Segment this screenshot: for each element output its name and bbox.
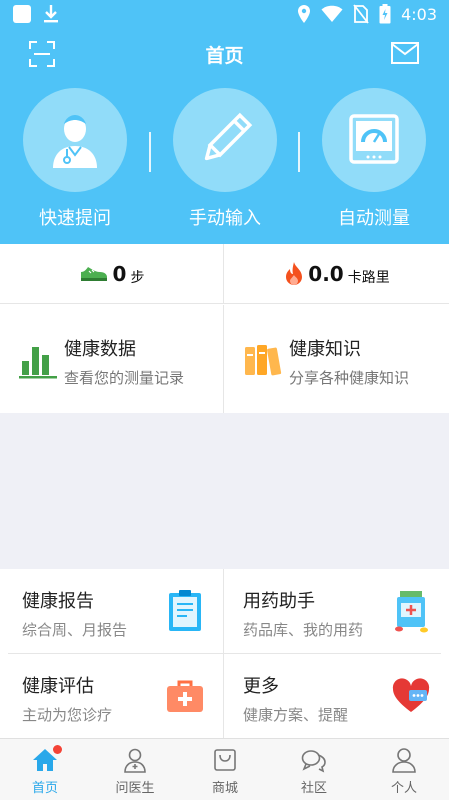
notification-dot [53,745,62,754]
manual-input-button[interactable]: 手动输入 [150,88,300,238]
battery-icon [379,4,391,24]
steps-value: 0 [112,262,127,286]
location-icon [298,5,311,23]
pencil-icon [204,112,253,161]
health-report-subtitle: 综合周、月报告 [22,621,128,639]
home-icon [32,745,62,773]
medication-assistant-card[interactable]: 用药助手 药品库、我的用药 [225,569,449,653]
chat-icon [301,747,327,773]
tab-shop[interactable]: 商城 [180,739,270,800]
books-icon [245,345,282,376]
calories-unit: 卡路里 [347,270,390,286]
bottom-tab-bar: 首页 问医生 商城 社区 个人 [0,738,449,800]
tab-profile[interactable]: 个人 [359,739,449,800]
health-report-card[interactable]: 健康报告 综合周、月报告 [0,569,224,653]
status-time: 4:03 [401,4,437,24]
messages-button[interactable] [391,42,419,66]
tab-community-label: 社区 [300,781,327,796]
tab-ask-doctor-label: 问医生 [115,781,155,796]
health-data-card[interactable]: 健康数据 查看您的测量记录 [0,305,224,413]
doctor-icon [53,115,97,168]
download-icon [44,5,58,23]
health-assessment-card[interactable]: 健康评估 主动为您诊疗 [0,654,224,738]
steps-unit: 步 [130,270,145,286]
health-assessment-title: 健康评估 [22,676,94,697]
steps-stat[interactable]: 0 步 [0,244,224,304]
quick-ask-label: 快速提问 [39,208,111,229]
calories-stat[interactable]: 0.0 卡路里 [225,244,449,304]
medication-assistant-subtitle: 药品库、我的用药 [243,621,364,639]
content-spacer [0,413,449,569]
report-icon [169,590,201,631]
feature-row: 健康数据 查看您的测量记录 健康知识 分享各种健康知识 [0,305,449,413]
more-subtitle: 健康方案、提醒 [243,706,349,724]
more-card[interactable]: 更多 健康方案、提醒 [225,654,449,738]
health-data-subtitle: 查看您的测量记录 [64,369,185,387]
first-aid-kit-icon [167,680,203,712]
health-knowledge-subtitle: 分享各种健康知识 [289,369,410,387]
bar-chart-icon [19,347,57,379]
notification-square-icon [13,5,31,23]
tab-ask-doctor[interactable]: 问医生 [90,739,180,800]
auto-measure-label: 自动测量 [338,208,410,229]
heart-icon [392,678,430,712]
health-knowledge-card[interactable]: 健康知识 分享各种健康知识 [225,305,449,413]
tab-shop-label: 商城 [211,781,238,796]
tab-home[interactable]: 首页 [0,739,90,800]
tab-community[interactable]: 社区 [269,739,359,800]
medicine-icon [395,591,428,633]
shop-icon [212,747,238,773]
page-title: 首页 [205,45,244,67]
health-assessment-subtitle: 主动为您诊疗 [22,706,113,724]
manual-input-label: 手动输入 [189,208,261,229]
person-icon [391,747,417,773]
calories-value: 0.0 [308,262,344,286]
header: 4:03 首页 快速提问 手动输入 自动测量 [0,0,449,244]
quick-ask-circle [23,88,127,192]
doctor-user-icon [122,747,148,773]
flame-icon [286,262,303,285]
status-bar: 4:03 [0,0,449,30]
health-data-title: 健康数据 [64,339,136,360]
auto-measure-button[interactable]: 自动测量 [299,88,449,238]
sneaker-icon [80,267,107,281]
service-grid: 健康报告 综合周、月报告 用药助手 药品库、我的用药 健康评估 主动为您诊疗 更… [0,569,449,738]
mail-icon [391,42,419,64]
more-title: 更多 [243,676,279,697]
health-knowledge-title: 健康知识 [289,339,361,360]
title-bar: 首页 [0,36,449,72]
activity-stats: 0 步 0.0 卡路里 [0,244,449,304]
quick-actions: 快速提问 手动输入 自动测量 [0,88,449,238]
gauge-icon [349,114,399,164]
tab-profile-label: 个人 [390,781,417,796]
health-report-title: 健康报告 [22,591,94,612]
tab-home-label: 首页 [31,781,58,796]
manual-input-circle [173,88,277,192]
medication-assistant-title: 用药助手 [243,591,315,612]
quick-ask-button[interactable]: 快速提问 [0,88,150,238]
no-sim-icon [353,4,369,24]
wifi-icon [321,5,343,23]
auto-measure-circle [322,88,426,192]
